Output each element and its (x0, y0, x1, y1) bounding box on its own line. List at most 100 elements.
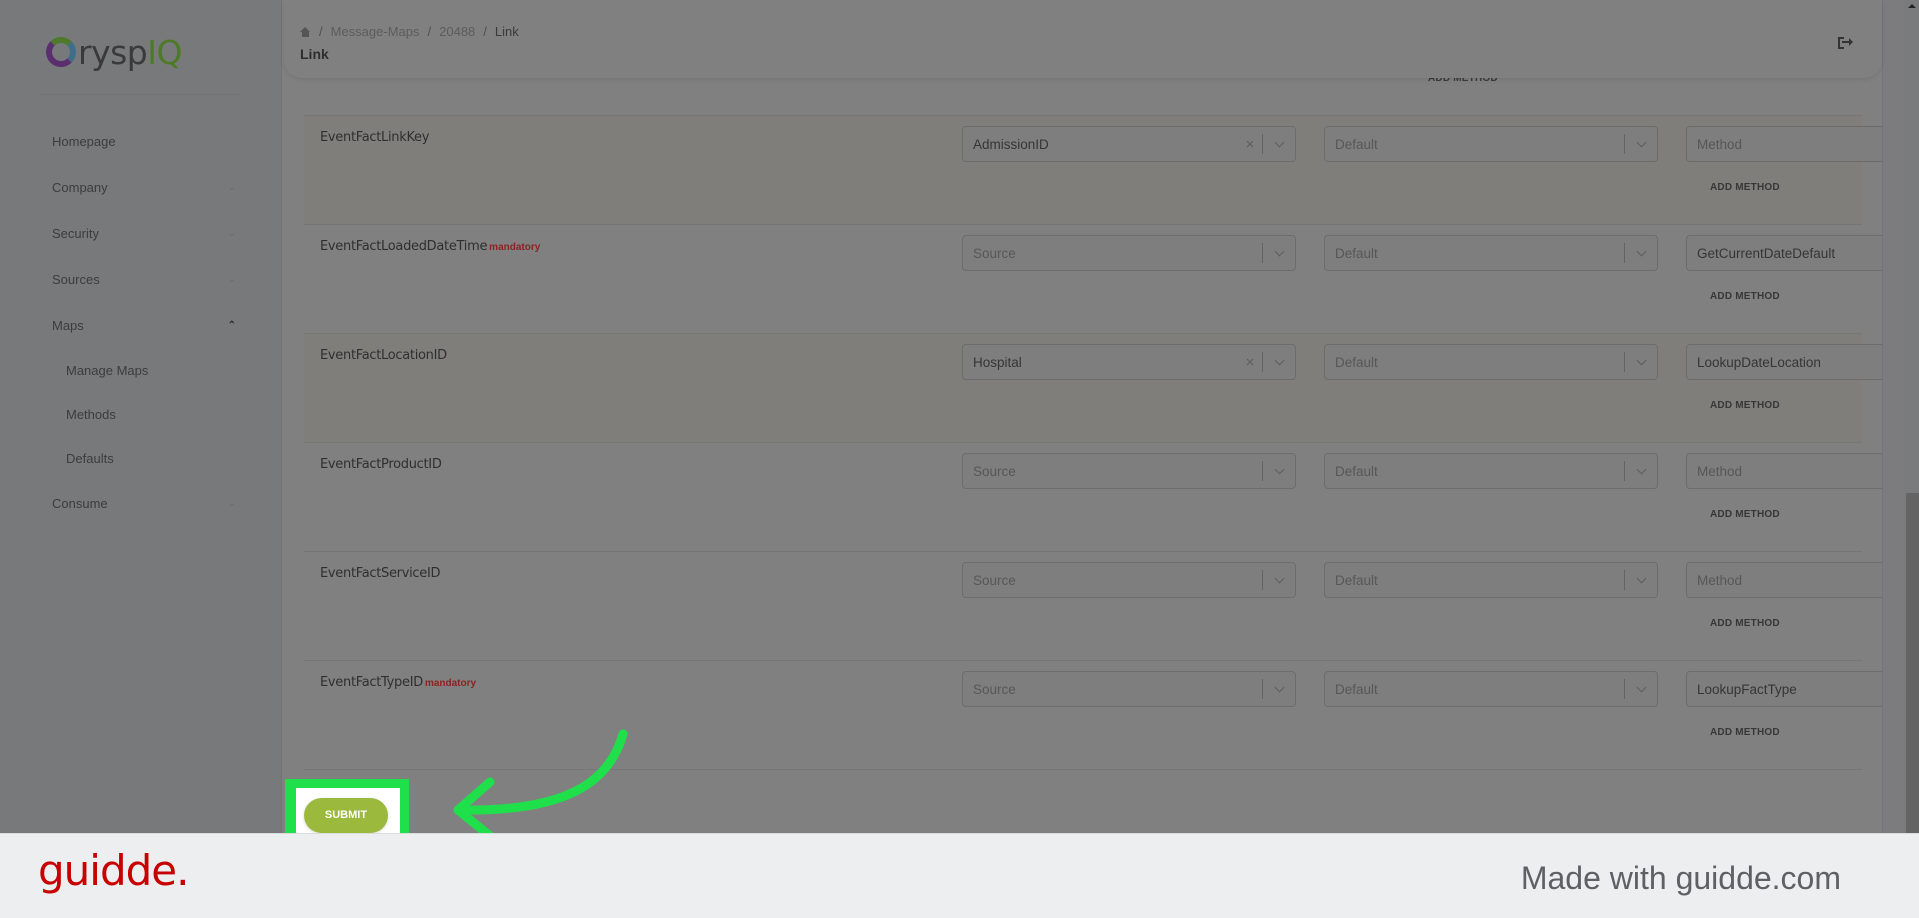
chevron-down-icon[interactable] (1625, 246, 1657, 256)
add-method-button[interactable]: ADD METHOD (1710, 182, 1780, 193)
source-select-value: Source (973, 245, 1016, 261)
scroll-up-icon[interactable] (1908, 4, 1916, 8)
default-select[interactable]: Default (1324, 453, 1658, 489)
chevron-down-icon: ⌄ (227, 497, 236, 509)
mapping-row: EventFactLinkKey AdmissionID × Default M… (304, 115, 1919, 224)
main-content: / Message-Maps / 20488 / Link Link ADD M… (282, 0, 1919, 833)
field-name-label: EventFactProductID (320, 457, 442, 472)
chevron-down-icon[interactable] (1263, 682, 1295, 692)
chevron-down-icon: ⌄ (227, 273, 236, 285)
source-select[interactable]: Source (962, 671, 1296, 707)
source-select[interactable]: Source (962, 453, 1296, 489)
source-select-value: Source (973, 463, 1016, 479)
add-method-button[interactable]: ADD METHOD (1710, 291, 1780, 302)
field-name: EventFactLocationID (320, 348, 447, 363)
default-select[interactable]: Default (1324, 126, 1658, 162)
source-select[interactable]: Source (962, 562, 1296, 598)
sidebar-item-label: Security (52, 225, 99, 241)
made-with-text: Made with guidde.com (1520, 860, 1841, 896)
chevron-down-icon[interactable] (1263, 355, 1295, 365)
sidebar-item-company[interactable]: Company ⌄ (0, 164, 282, 210)
default-select-value: Default (1335, 136, 1378, 152)
sidebar-item-label: Manage Maps (66, 362, 149, 378)
clear-icon[interactable]: × (1238, 136, 1262, 153)
chevron-down-icon: ⌄ (227, 181, 236, 193)
field-name: EventFactLinkKey (320, 130, 429, 145)
mandatory-badge: mandatory (489, 242, 541, 253)
scrollbar-thumb[interactable] (1906, 493, 1919, 833)
sidebar-item-sources[interactable]: Sources ⌄ (0, 256, 282, 302)
logo-divider (40, 94, 240, 95)
sidebar-item-methods[interactable]: Methods (0, 392, 282, 436)
sidebar-item-label: Methods (66, 406, 116, 422)
field-name: EventFactProductID (320, 457, 442, 472)
breadcrumb-map-id[interactable]: 20488 (439, 24, 475, 39)
chevron-down-icon[interactable] (1625, 355, 1657, 365)
sidebar-item-maps[interactable]: Maps ⌃ (0, 302, 282, 348)
sidebar-item-homepage[interactable]: Homepage (0, 118, 282, 164)
chevron-down-icon[interactable] (1263, 137, 1295, 147)
breadcrumb-separator: / (427, 24, 432, 39)
sidebar-item-security[interactable]: Security ⌄ (0, 210, 282, 256)
guidde-logo: guidde. (38, 846, 189, 895)
chevron-down-icon[interactable] (1263, 246, 1295, 256)
clear-icon[interactable]: × (1238, 354, 1262, 371)
add-method-button[interactable]: ADD METHOD (1710, 509, 1780, 520)
chevron-down-icon[interactable] (1625, 573, 1657, 583)
page-header: / Message-Maps / 20488 / Link Link (284, 0, 1882, 78)
breadcrumb-separator: / (483, 24, 487, 39)
mapping-rows: EventFactLinkKey AdmissionID × Default M… (304, 115, 1919, 769)
default-select[interactable]: Default (1324, 235, 1658, 271)
breadcrumb: / Message-Maps / 20488 / Link (300, 24, 519, 39)
sidebar-nav: Homepage Company ⌄ Security ⌄ Sources ⌄ … (0, 118, 282, 526)
default-select[interactable]: Default (1324, 671, 1658, 707)
sidebar-item-label: Sources (52, 271, 100, 287)
field-name-label: EventFactLoadedDateTime (320, 239, 488, 254)
mandatory-badge: mandatory (424, 678, 477, 689)
arrow-curve (455, 729, 628, 815)
method-select-value: LookupFactType (1697, 681, 1797, 697)
source-select-value: Source (973, 681, 1016, 697)
field-name: EventFactLoadedDateTime mandatory (320, 239, 540, 254)
field-name-label: EventFactServiceID (320, 566, 441, 581)
page-title: Link (300, 46, 329, 62)
default-select[interactable]: Default (1324, 562, 1658, 598)
logo-prefix: rysp (78, 32, 148, 72)
sidebar-item-label: Maps (52, 317, 84, 333)
mapping-row: EventFactLocationID Hospital × Default L… (304, 333, 1919, 442)
cryspiq-logo[interactable]: ryspIQ (46, 32, 182, 72)
guidde-footer: guidde. Made with guidde.com (0, 833, 1919, 918)
add-method-button[interactable]: ADD METHOD (1710, 618, 1780, 629)
logo-suffix: IQ (147, 32, 182, 72)
app-window: ryspIQ Homepage Company ⌄ Security ⌄ Sou… (0, 0, 1919, 833)
chevron-down-icon[interactable] (1625, 464, 1657, 474)
mapping-list: ADD METHOD EventFactLinkKey AdmissionID … (282, 0, 1919, 833)
sidebar-item-label: Defaults (66, 450, 114, 466)
default-select-value: Default (1335, 681, 1378, 697)
sidebar-item-defaults[interactable]: Defaults (0, 436, 282, 480)
source-select[interactable]: Hospital × (962, 344, 1296, 380)
chevron-down-icon[interactable] (1625, 137, 1657, 147)
default-select-value: Default (1335, 463, 1378, 479)
sidebar-item-manage-maps[interactable]: Manage Maps (0, 348, 282, 392)
chevron-down-icon[interactable] (1263, 573, 1295, 583)
home-icon[interactable] (300, 26, 311, 37)
add-method-button[interactable]: ADD METHOD (1710, 727, 1780, 738)
source-select[interactable]: AdmissionID × (962, 126, 1296, 162)
mapping-row: EventFactLoadedDateTime mandatory Source … (304, 224, 1919, 333)
breadcrumb-message-maps[interactable]: Message-Maps (331, 24, 420, 39)
submit-button[interactable]: SUBMIT (304, 798, 388, 833)
field-name-label: EventFactLocationID (320, 348, 447, 363)
source-select[interactable]: Source (962, 235, 1296, 271)
default-select[interactable]: Default (1324, 344, 1658, 380)
method-select-value: GetCurrentDateDefault (1697, 245, 1836, 261)
breadcrumb-separator: / (319, 24, 323, 39)
logout-icon[interactable] (1838, 36, 1853, 50)
source-select-value: Hospital (973, 354, 1022, 370)
chevron-down-icon[interactable] (1263, 464, 1295, 474)
mapping-row: EventFactServiceID Source Default Method… (304, 551, 1919, 660)
chevron-down-icon[interactable] (1625, 682, 1657, 692)
breadcrumb-current: Link (494, 24, 519, 39)
sidebar-item-consume[interactable]: Consume ⌄ (0, 480, 282, 526)
add-method-button[interactable]: ADD METHOD (1710, 400, 1780, 411)
